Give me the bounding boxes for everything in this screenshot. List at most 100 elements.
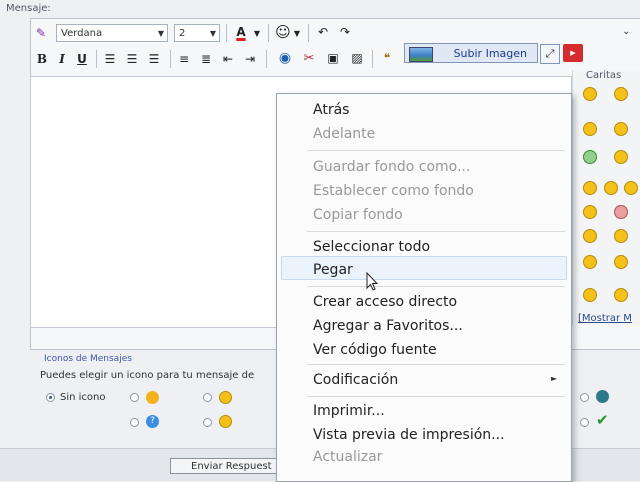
align-left-icon[interactable]: ☰ [102,50,118,68]
menu-item-add-to-favorites[interactable]: Agregar a Favoritos... [313,318,463,334]
smiley-icon[interactable] [583,87,597,101]
toolbar-divider [226,24,227,42]
menu-item-encoding[interactable]: Codificación [313,372,398,388]
message-icons-title: Iconos de Mensajes [44,354,132,364]
toolbar-divider [96,50,97,68]
align-right-icon[interactable]: ☰ [146,50,162,68]
message-icon-radio[interactable] [203,393,212,402]
font-family-select[interactable]: Verdana ▼ [56,24,168,42]
menu-item-forward[interactable]: Adelante [313,126,375,142]
bullet-list-icon[interactable]: ≣ [198,50,214,68]
toolbar-divider [308,24,309,42]
menu-item-paste[interactable]: Pegar [313,262,353,278]
font-color-button[interactable]: A [230,23,252,41]
menu-item-copy-background[interactable]: Copiar fondo [313,207,403,223]
menu-item-save-background[interactable]: Guardar fondo como... [313,159,470,175]
toolbar-divider [372,50,373,68]
smiley-icon[interactable] [583,150,597,164]
smiley-icon[interactable] [614,288,628,302]
menu-item-view-source[interactable]: Ver código fuente [313,342,437,358]
chevron-down-icon: ▼ [209,29,216,38]
insert-media-icon[interactable]: ▣ [324,49,342,67]
chevron-down-icon[interactable]: ▼ [292,24,302,42]
indent-icon[interactable]: ⇥ [242,50,258,68]
toolbar-divider [268,24,269,42]
globe-icon [596,390,609,403]
context-menu: Atrás Adelante Guardar fondo como... Est… [276,93,572,482]
smiley-icon[interactable] [614,205,628,219]
submenu-arrow-icon: ► [551,374,558,383]
menu-item-create-shortcut[interactable]: Crear acceso directo [313,294,457,310]
toolbar-divider [170,50,171,68]
font-size-select[interactable]: 2 ▼ [174,24,220,42]
menu-item-refresh[interactable]: Actualizar [313,449,382,465]
message-icon-radio[interactable] [203,418,212,427]
message-label: Mensaje: [6,3,51,14]
upload-image-label: Subir Imagen [453,46,527,60]
smiley-icon[interactable] [583,205,597,219]
smileys-title: Caritas [586,70,622,81]
menu-separator [307,231,565,232]
mouse-cursor-icon [366,272,379,291]
message-icon-radio[interactable] [580,418,589,427]
collapse-icon[interactable]: ⌄ [622,26,630,37]
menu-item-set-as-background[interactable]: Establecer como fondo [313,183,474,199]
smiley-icon [219,415,232,428]
emoticon-icon[interactable]: ☺ [274,23,292,41]
send-reply-button[interactable]: Enviar Respuest [170,458,290,474]
no-icon-label: Sin icono [60,392,106,403]
smiley-icon[interactable] [583,122,597,136]
resize-icon[interactable]: ⤢ [540,44,560,64]
message-icons-description: Puedes elegir un icono para tu mensaje d… [40,370,255,381]
question-icon: ? [146,415,159,428]
smiley-icon[interactable] [604,181,618,195]
chevron-down-icon: ▼ [157,29,164,38]
menu-item-select-all[interactable]: Seleccionar todo [313,239,430,255]
undo-icon[interactable]: ↶ [314,23,332,41]
message-icon-radio[interactable] [130,418,139,427]
unlink-icon[interactable]: ✂ [300,49,318,67]
redo-icon[interactable]: ↷ [336,23,354,41]
smiley-icon[interactable] [583,229,597,243]
thumbs-up-icon [146,391,159,404]
menu-item-print-preview[interactable]: Vista previa de impresión... [313,427,505,443]
smiley-icon[interactable] [614,229,628,243]
landscape-icon [409,47,433,62]
message-icon-radio[interactable] [130,393,139,402]
bold-button[interactable]: B [34,50,50,68]
smiley-icon [219,391,232,404]
upload-image-button[interactable]: Subir Imagen [404,43,538,63]
smileys-panel [572,70,640,325]
show-more-smileys-link[interactable]: [Mostrar M [578,313,632,324]
smiley-icon[interactable] [583,181,597,195]
quote-icon[interactable]: ❝ [378,49,396,67]
smiley-icon[interactable] [614,122,628,136]
smiley-icon[interactable] [583,288,597,302]
menu-separator [307,150,565,151]
no-icon-radio[interactable] [46,393,55,402]
menu-separator [307,364,565,365]
check-icon: ✔ [596,411,609,429]
smiley-icon[interactable] [624,181,638,195]
align-center-icon[interactable]: ☰ [124,50,140,68]
italic-button[interactable]: I [54,50,70,68]
insert-image-icon[interactable]: ▨ [348,49,366,67]
underline-button[interactable]: U [74,50,90,68]
menu-separator [307,396,565,397]
numbered-list-icon[interactable]: ≡ [176,50,192,68]
editor-toolbar-top: ✎ Verdana ▼ 2 ▼ A ▼ ☺ ▼ ↶ ↷ [30,20,640,46]
outdent-icon[interactable]: ⇤ [220,50,236,68]
smiley-icon[interactable] [614,150,628,164]
smiley-icon[interactable] [583,255,597,269]
message-icon-radio[interactable] [580,393,589,402]
smiley-icon[interactable] [614,255,628,269]
font-family-value: Verdana [61,28,103,39]
menu-separator [307,286,565,287]
globe-link-icon[interactable]: ◉ [276,49,294,67]
remove-format-icon[interactable]: ✎ [32,24,50,42]
menu-item-back[interactable]: Atrás [313,102,349,118]
youtube-icon[interactable]: ▶ [563,44,583,62]
menu-item-print[interactable]: Imprimir... [313,403,385,419]
smiley-icon[interactable] [614,87,628,101]
chevron-down-icon[interactable]: ▼ [252,24,262,42]
